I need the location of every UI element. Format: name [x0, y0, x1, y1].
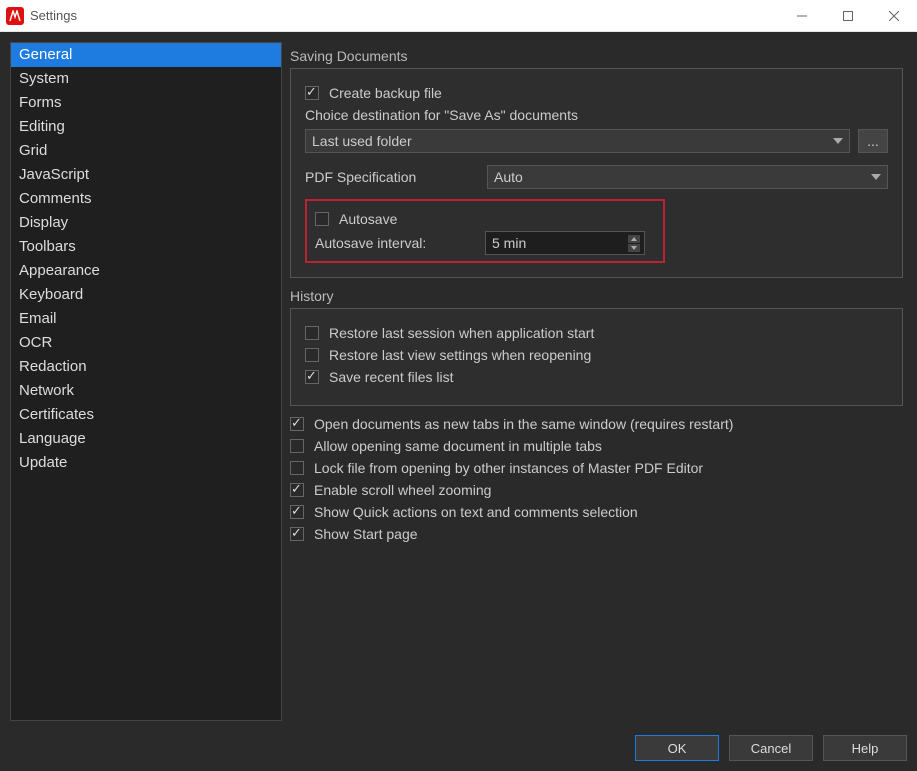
label-create-backup: Create backup file: [329, 85, 442, 101]
sidebar-item-editing[interactable]: Editing: [11, 115, 281, 139]
minimize-button[interactable]: [779, 0, 825, 31]
chevron-down-icon: [871, 174, 881, 180]
label-scroll-zoom: Enable scroll wheel zooming: [314, 482, 491, 498]
row-lock-file[interactable]: Lock file from opening by other instance…: [290, 460, 903, 476]
checkbox-create-backup[interactable]: [305, 86, 319, 100]
spinner-down-button[interactable]: [628, 244, 640, 252]
checkbox-start-page[interactable]: [290, 527, 304, 541]
sidebar-item-appearance[interactable]: Appearance: [11, 259, 281, 283]
sidebar-item-certificates[interactable]: Certificates: [11, 403, 281, 427]
sidebar-item-grid[interactable]: Grid: [11, 139, 281, 163]
sidebar-item-update[interactable]: Update: [11, 451, 281, 475]
titlebar: Settings: [0, 0, 917, 32]
browse-folder-button[interactable]: ...: [858, 129, 888, 153]
app-icon: [6, 7, 24, 25]
row-start-page[interactable]: Show Start page: [290, 526, 903, 542]
select-saveas-folder-value: Last used folder: [312, 133, 412, 149]
sidebar-item-ocr[interactable]: OCR: [11, 331, 281, 355]
row-restore-session[interactable]: Restore last session when application st…: [305, 325, 888, 341]
window-controls: [779, 0, 917, 31]
label-allow-multi-tabs: Allow opening same document in multiple …: [314, 438, 602, 454]
label-autosave: Autosave: [339, 211, 397, 227]
spinner-buttons: [628, 235, 640, 252]
settings-sidebar: GeneralSystemFormsEditingGridJavaScriptC…: [10, 42, 282, 721]
client-area: GeneralSystemFormsEditingGridJavaScriptC…: [0, 32, 917, 771]
settings-content: Saving Documents Create backup file Choi…: [290, 42, 907, 721]
checkbox-restore-view[interactable]: [305, 348, 319, 362]
section-title-saving: Saving Documents: [290, 48, 903, 64]
settings-window: Settings GeneralSystemFormsEditingGridJa…: [0, 0, 917, 771]
window-title: Settings: [30, 8, 779, 23]
section-title-history: History: [290, 288, 903, 304]
sidebar-item-keyboard[interactable]: Keyboard: [11, 283, 281, 307]
sidebar-item-email[interactable]: Email: [11, 307, 281, 331]
label-open-new-tabs: Open documents as new tabs in the same w…: [314, 416, 733, 432]
label-pdf-spec: PDF Specification: [305, 169, 475, 185]
checkbox-quick-actions[interactable]: [290, 505, 304, 519]
group-saving: Create backup file Choice destination fo…: [290, 68, 903, 278]
select-saveas-folder[interactable]: Last used folder: [305, 129, 850, 153]
row-create-backup[interactable]: Create backup file: [305, 85, 888, 101]
cancel-button[interactable]: Cancel: [729, 735, 813, 761]
sidebar-item-redaction[interactable]: Redaction: [11, 355, 281, 379]
label-restore-view: Restore last view settings when reopenin…: [329, 347, 591, 363]
row-quick-actions[interactable]: Show Quick actions on text and comments …: [290, 504, 903, 520]
dialog-footer: OK Cancel Help: [10, 731, 907, 761]
sidebar-item-general[interactable]: General: [11, 43, 281, 67]
checkbox-open-new-tabs[interactable]: [290, 417, 304, 431]
row-scroll-zoom[interactable]: Enable scroll wheel zooming: [290, 482, 903, 498]
chevron-down-icon: [833, 138, 843, 144]
label-choice-destination: Choice destination for "Save As" documen…: [305, 107, 888, 123]
main-area: GeneralSystemFormsEditingGridJavaScriptC…: [10, 42, 907, 721]
row-open-new-tabs[interactable]: Open documents as new tabs in the same w…: [290, 416, 903, 432]
row-pdf-spec: PDF Specification Auto: [305, 165, 888, 189]
row-autosave[interactable]: Autosave: [315, 211, 655, 227]
sidebar-item-display[interactable]: Display: [11, 211, 281, 235]
spinner-autosave-interval-value: 5 min: [492, 235, 624, 251]
select-pdf-spec-value: Auto: [494, 169, 523, 185]
sidebar-item-system[interactable]: System: [11, 67, 281, 91]
checkbox-restore-session[interactable]: [305, 326, 319, 340]
label-start-page: Show Start page: [314, 526, 418, 542]
ok-button[interactable]: OK: [635, 735, 719, 761]
row-allow-multi-tabs[interactable]: Allow opening same document in multiple …: [290, 438, 903, 454]
group-history: Restore last session when application st…: [290, 308, 903, 406]
checkbox-save-recent[interactable]: [305, 370, 319, 384]
label-restore-session: Restore last session when application st…: [329, 325, 594, 341]
sidebar-item-toolbars[interactable]: Toolbars: [11, 235, 281, 259]
spinner-autosave-interval[interactable]: 5 min: [485, 231, 645, 255]
sidebar-item-comments[interactable]: Comments: [11, 187, 281, 211]
checkbox-lock-file[interactable]: [290, 461, 304, 475]
checkbox-allow-multi-tabs[interactable]: [290, 439, 304, 453]
maximize-button[interactable]: [825, 0, 871, 31]
label-lock-file: Lock file from opening by other instance…: [314, 460, 703, 476]
autosave-highlight: Autosave Autosave interval: 5 min: [305, 199, 665, 263]
label-quick-actions: Show Quick actions on text and comments …: [314, 504, 638, 520]
checkbox-scroll-zoom[interactable]: [290, 483, 304, 497]
row-restore-view[interactable]: Restore last view settings when reopenin…: [305, 347, 888, 363]
checkbox-autosave[interactable]: [315, 212, 329, 226]
row-saveas-folder: Last used folder ...: [305, 129, 888, 153]
label-autosave-interval: Autosave interval:: [315, 235, 485, 251]
row-save-recent[interactable]: Save recent files list: [305, 369, 888, 385]
spinner-up-button[interactable]: [628, 235, 640, 243]
close-button[interactable]: [871, 0, 917, 31]
help-button[interactable]: Help: [823, 735, 907, 761]
sidebar-item-network[interactable]: Network: [11, 379, 281, 403]
sidebar-item-javascript[interactable]: JavaScript: [11, 163, 281, 187]
select-pdf-spec[interactable]: Auto: [487, 165, 888, 189]
sidebar-item-forms[interactable]: Forms: [11, 91, 281, 115]
row-autosave-interval: Autosave interval: 5 min: [315, 231, 655, 255]
sidebar-item-language[interactable]: Language: [11, 427, 281, 451]
label-save-recent: Save recent files list: [329, 369, 454, 385]
